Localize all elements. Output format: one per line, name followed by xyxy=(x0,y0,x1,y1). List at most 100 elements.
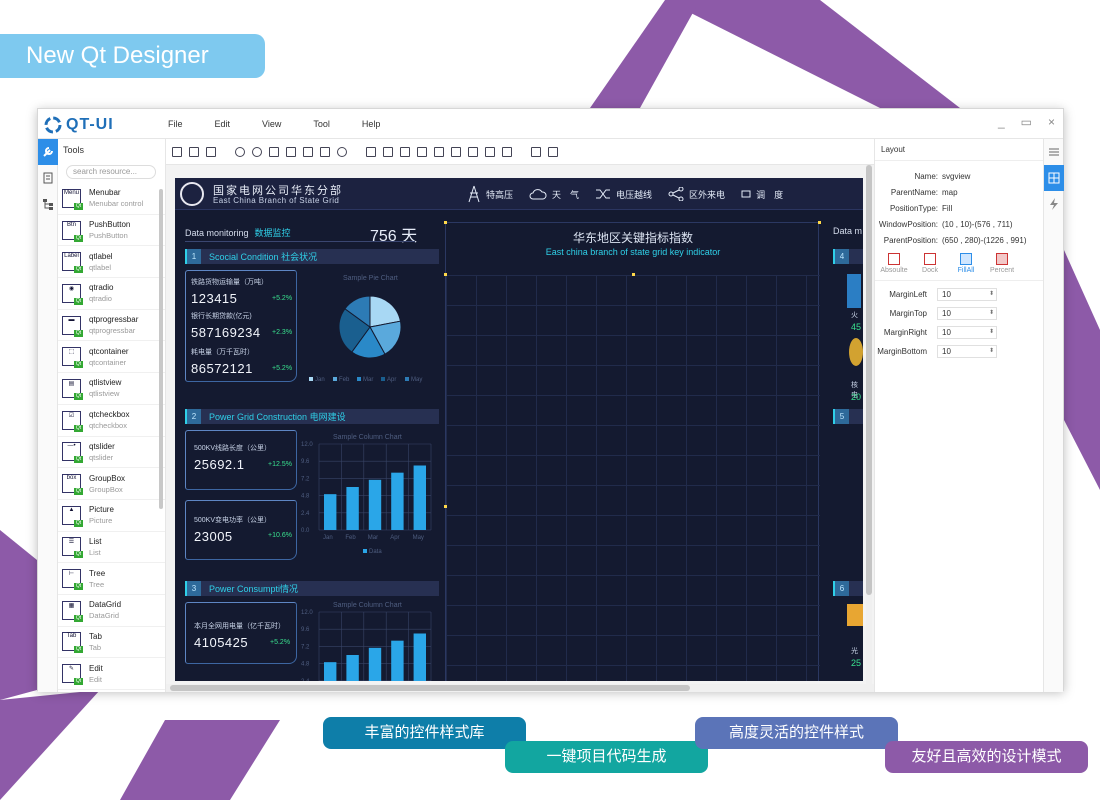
menu-edit[interactable]: Edit xyxy=(215,109,231,139)
tool-name: qtcheckbox xyxy=(89,410,130,420)
tool-item[interactable]: ▦ Qt DataGrid DataGrid xyxy=(58,595,165,627)
preview-icon[interactable] xyxy=(337,146,347,157)
pie-legend-label: Apr xyxy=(387,377,396,383)
menu-view[interactable]: View xyxy=(262,109,281,139)
nav-uhv[interactable]: 特高压 xyxy=(467,185,513,203)
tree-tab-button[interactable] xyxy=(38,191,58,217)
right-rail xyxy=(1043,139,1064,692)
tool-name: GroupBox xyxy=(89,473,126,483)
y-tick-label: 9.6 xyxy=(301,627,310,633)
search-input[interactable]: search resource... xyxy=(66,165,156,179)
tool-item[interactable]: ☰ Qt List List xyxy=(58,532,165,564)
layout-view-button[interactable] xyxy=(1044,165,1064,191)
layer-down-icon[interactable] xyxy=(286,146,296,157)
tools-scrollbar[interactable] xyxy=(159,189,163,509)
design-canvas[interactable]: 国家电网公司华东分部 East China Branch of State Gr… xyxy=(166,165,874,692)
tool-item[interactable]: ⊢ Qt Tree Tree xyxy=(58,563,165,595)
copy-icon[interactable] xyxy=(303,146,313,157)
nav-weather[interactable]: 天 气 xyxy=(529,187,579,201)
canvas-horizontal-scrollbar[interactable] xyxy=(166,684,874,692)
center-indicator-panel[interactable]: 华东地区关键指标指数 East china branch of state gr… xyxy=(444,221,821,681)
section-5: 5 xyxy=(833,409,863,424)
tool-icon: ⊢ Qt xyxy=(62,569,83,591)
save-icon[interactable] xyxy=(206,146,216,157)
open-folder-icon[interactable] xyxy=(189,146,199,157)
new-file-icon[interactable] xyxy=(172,146,182,157)
margin-input[interactable]: 10 ⬍ xyxy=(937,345,997,358)
x-tick-label: Apr xyxy=(390,535,399,541)
align-top-icon[interactable] xyxy=(434,146,444,157)
layout-mode-buttons: Absoulte Dock FillAll Percent xyxy=(875,249,1044,281)
margin-input[interactable]: 10 ⬍ xyxy=(937,288,997,301)
tool-name: Picture xyxy=(89,505,114,515)
data-monitoring-label: Data monitoring 数据监控 xyxy=(185,228,291,238)
hero-title: New Qt Designer xyxy=(0,34,265,78)
minimize-button[interactable]: _ xyxy=(998,115,1005,129)
tool-subtitle: qtlistview xyxy=(89,389,120,399)
cloud-icon xyxy=(529,189,547,200)
tool-item[interactable]: Btn Qt PushButton PushButton xyxy=(58,215,165,247)
y-tick-label: 4.8 xyxy=(301,494,310,500)
nav-voltage[interactable]: 电压越线 xyxy=(595,187,652,201)
tower-icon xyxy=(468,185,480,203)
maximize-button[interactable]: ▭ xyxy=(1021,115,1032,129)
menu-file[interactable]: File xyxy=(168,109,183,139)
pages-tab-button[interactable] xyxy=(38,165,58,191)
canvas-vertical-scrollbar[interactable] xyxy=(866,165,872,685)
align-bottom-icon[interactable] xyxy=(451,146,461,157)
export-icon[interactable] xyxy=(548,146,558,157)
menu-tool[interactable]: Tool xyxy=(313,109,330,139)
tools-panel: Tools search resource... Menu Qt Menubar Me… xyxy=(58,139,166,692)
tools-tab-button[interactable] xyxy=(38,139,58,165)
tool-subtitle: Tab xyxy=(89,642,102,652)
pie-legend-label: Feb xyxy=(339,377,350,383)
tool-item[interactable]: ☑ Qt qtcheckbox qtcheckbox xyxy=(58,405,165,437)
align-left-icon[interactable] xyxy=(417,146,427,157)
layout-percent-button[interactable]: Percent xyxy=(987,253,1017,274)
align-right-icon[interactable] xyxy=(468,146,478,157)
tool-item[interactable]: box Qt GroupBox GroupBox xyxy=(58,468,165,500)
margin-input[interactable]: 10 ⬍ xyxy=(937,307,997,320)
dashboard-preview[interactable]: 国家电网公司华东分部 East China Branch of State Gr… xyxy=(175,178,863,681)
tool-item[interactable]: ▲ Qt Picture Picture xyxy=(58,500,165,532)
nav-external-power[interactable]: 区外来电 xyxy=(668,187,725,201)
flask-icon[interactable] xyxy=(531,146,541,157)
tool-item[interactable]: —• Qt qtslider qtslider xyxy=(58,437,165,469)
split-vertical-icon[interactable] xyxy=(383,146,393,157)
redo-icon[interactable] xyxy=(252,146,262,157)
tool-icon: ◉ Qt xyxy=(62,283,83,305)
tool-name: qtslider xyxy=(89,441,115,451)
feature-pill-3: 高度灵活的控件样式 xyxy=(695,717,898,749)
menu-help[interactable]: Help xyxy=(362,109,381,139)
margin-input[interactable]: 10 ⬍ xyxy=(937,326,997,339)
layer-up-icon[interactable] xyxy=(269,146,279,157)
tool-item[interactable]: ▬ Qt qtprogressbar qtprogressbar xyxy=(58,310,165,342)
map-grid-area[interactable] xyxy=(446,275,820,681)
tool-item[interactable]: ▤ Qt qtlistview qtlistview xyxy=(58,373,165,405)
tool-icon: ✎ Qt xyxy=(62,664,83,686)
align-center-icon[interactable] xyxy=(485,146,495,157)
nav-dispatch[interactable]: 调 度 xyxy=(741,188,783,201)
tool-item[interactable]: Label Qt qtlabel qtlabel xyxy=(58,246,165,279)
events-view-button[interactable] xyxy=(1044,191,1064,217)
column-bar xyxy=(346,655,359,681)
pie-legend-swatch xyxy=(405,377,409,381)
tool-item[interactable]: ⬚ Qt qtcontainer qtcontainer xyxy=(58,341,165,374)
list-view-button[interactable] xyxy=(1044,139,1064,165)
layout-dock-button[interactable]: Dock xyxy=(915,253,945,274)
tool-item[interactable]: Tab Qt Tab Tab xyxy=(58,627,165,659)
tool-item[interactable]: ✎ Qt Edit Edit xyxy=(58,658,165,690)
split-horizontal-icon[interactable] xyxy=(400,146,410,157)
grid-icon[interactable] xyxy=(366,146,376,157)
distribute-icon[interactable] xyxy=(502,146,512,157)
tool-item[interactable]: Menu Qt Menubar Menubar control xyxy=(58,183,165,215)
paste-icon[interactable] xyxy=(320,146,330,157)
layout-fillall-button[interactable]: FillAll xyxy=(951,253,981,274)
tool-icon: box Qt xyxy=(62,474,83,496)
tool-item[interactable]: ◉ Qt qtradio qtradio xyxy=(58,278,165,310)
tool-subtitle: Tree xyxy=(89,579,105,589)
close-button[interactable]: × xyxy=(1048,115,1055,129)
undo-icon[interactable] xyxy=(235,146,245,157)
layout-absolute-button[interactable]: Absoulte xyxy=(879,253,909,274)
toolbar xyxy=(166,139,874,165)
